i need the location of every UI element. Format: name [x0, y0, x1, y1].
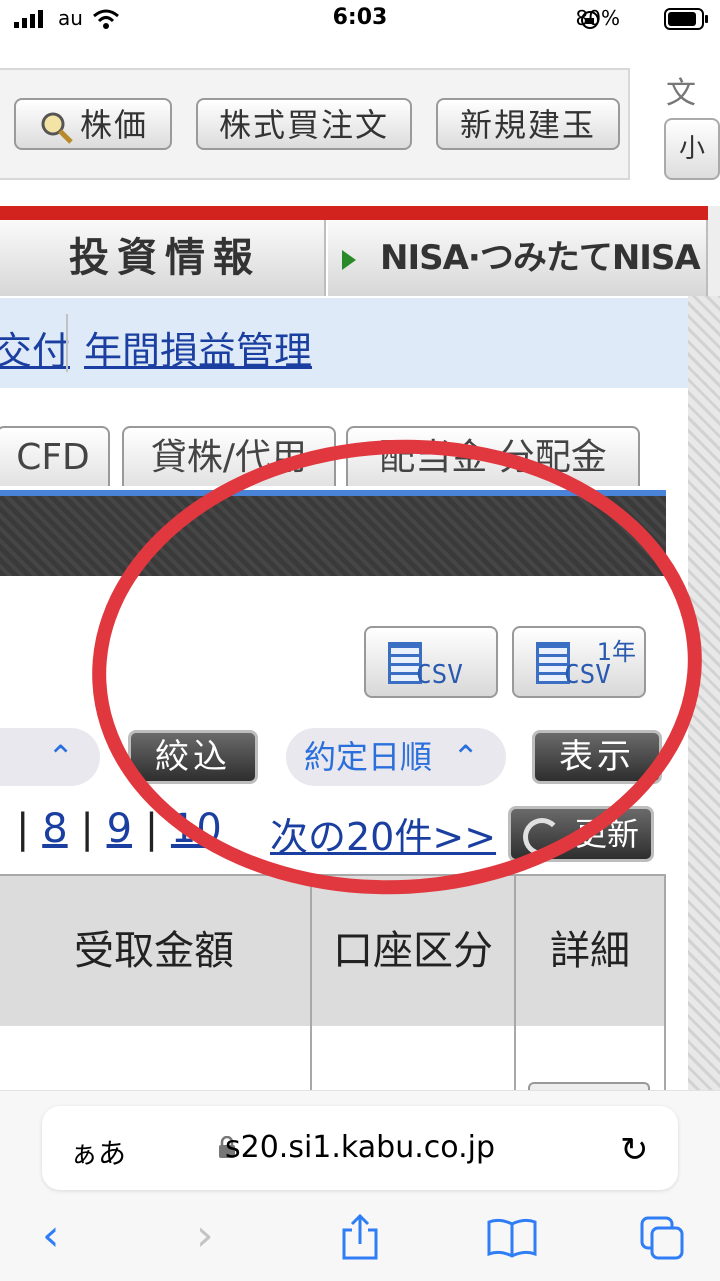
buy-order-button[interactable]: 株式買注文 [196, 98, 412, 150]
sub-nav-separator [66, 314, 68, 372]
forward-icon[interactable]: › [196, 1210, 214, 1261]
page-link[interactable]: 8 [42, 806, 67, 852]
tab-nisa-label: NISA·つみたてNISA [380, 238, 701, 278]
font-small-button[interactable]: 小 [664, 118, 720, 180]
page-link[interactable]: 9 [107, 806, 132, 852]
chevron-updown-icon: ⌃ [47, 738, 74, 776]
magnifier-icon [41, 112, 73, 144]
table-cell [310, 1026, 516, 1096]
battery-percent: 80% [575, 6, 620, 30]
share-icon[interactable] [340, 1214, 380, 1260]
home-indicator-area [0, 1270, 720, 1280]
reload-icon[interactable]: ↻ [620, 1130, 649, 1170]
tab-investment-info[interactable]: 投資情報 [0, 220, 326, 296]
nav-edge [708, 206, 720, 296]
nav-accent-bar [0, 206, 720, 220]
stock-price-button[interactable]: 株価 [14, 98, 172, 150]
tab-cfd[interactable]: CFD [0, 426, 110, 486]
new-position-button[interactable]: 新規建玉 [436, 98, 620, 150]
table-cell [0, 1026, 312, 1096]
header-account-type: 口座区分 [310, 874, 516, 1028]
url-text: s20.si1.kabu.co.jp [225, 1130, 495, 1165]
stock-price-label: 株価 [79, 106, 148, 144]
tabs-icon[interactable] [640, 1216, 686, 1260]
header-detail: 詳細 [514, 874, 666, 1028]
bookmarks-icon[interactable] [486, 1218, 538, 1258]
sub-link-delivery[interactable]: 交付 [0, 320, 70, 375]
back-icon[interactable]: ‹ [42, 1210, 60, 1261]
triangle-icon [342, 249, 356, 270]
header-amount: 受取金額 [0, 874, 312, 1028]
tab-nisa[interactable]: NISA·つみたてNISA [328, 220, 708, 296]
status-bar: au 6:03 80% [0, 0, 720, 40]
sub-link-annual-pl[interactable]: 年間損益管理 [84, 320, 312, 375]
battery-icon [664, 8, 708, 30]
filter-select[interactable]: ⌃ [0, 728, 100, 786]
